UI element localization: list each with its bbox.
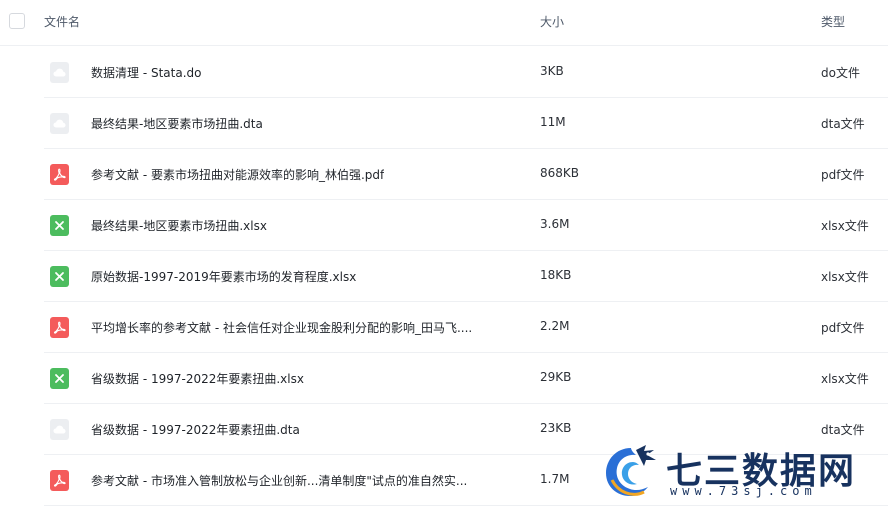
file-type: pdf文件 (821, 321, 865, 335)
file-name[interactable]: 参考文献 - 要素市场扭曲对能源效率的影响_林伯强.pdf (91, 166, 384, 183)
pdf-file-icon (50, 164, 69, 185)
file-name[interactable]: 参考文献 - 市场准入管制放松与企业创新...清单制度"试点的准自然实... (91, 472, 467, 489)
file-type: pdf文件 (821, 168, 865, 182)
select-all-checkbox[interactable] (9, 13, 25, 29)
file-name[interactable]: 最终结果-地区要素市场扭曲.dta (91, 115, 263, 132)
file-size: 868KB (540, 166, 580, 180)
file-name[interactable]: 省级数据 - 1997-2022年要素扭曲.xlsx (91, 370, 304, 387)
file-type: xlsx文件 (821, 270, 869, 284)
xlsx-file-icon (50, 266, 69, 287)
table-row[interactable]: 最终结果-地区要素市场扭曲.dta 11M dta文件 (44, 98, 888, 149)
table-row[interactable]: 平均增长率的参考文献 - 社会信任对企业现金股利分配的影响_田马飞.... 2.2… (44, 302, 888, 353)
file-name[interactable]: 数据清理 - Stata.do (91, 64, 201, 81)
file-type: xlsx文件 (821, 372, 869, 386)
column-header-size[interactable]: 大小 (540, 13, 564, 30)
file-icon (50, 419, 69, 440)
file-name[interactable]: 平均增长率的参考文献 - 社会信任对企业现金股利分配的影响_田马飞.... (91, 319, 472, 336)
table-row[interactable]: 原始数据-1997-2019年要素市场的发育程度.xlsx 18KB xlsx文件 (44, 251, 888, 302)
file-size: 3KB (540, 64, 564, 78)
table-row[interactable]: 数据清理 - Stata.do 3KB do文件 (44, 47, 888, 98)
file-icon (50, 62, 69, 83)
file-name[interactable]: 原始数据-1997-2019年要素市场的发育程度.xlsx (91, 268, 356, 285)
file-size: 18KB (540, 268, 572, 282)
file-name[interactable]: 最终结果-地区要素市场扭曲.xlsx (91, 217, 267, 234)
file-name[interactable]: 省级数据 - 1997-2022年要素扭曲.dta (91, 421, 300, 438)
file-size: 29KB (540, 370, 572, 384)
xlsx-file-icon (50, 215, 69, 236)
watermark: 七三数据网 www.73sj.com (600, 440, 870, 506)
file-type: xlsx文件 (821, 219, 869, 233)
file-type: do文件 (821, 66, 860, 80)
file-size: 23KB (540, 421, 572, 435)
table-row[interactable]: 省级数据 - 1997-2022年要素扭曲.xlsx 29KB xlsx文件 (44, 353, 888, 404)
pdf-file-icon (50, 470, 69, 491)
table-row[interactable]: 最终结果-地区要素市场扭曲.xlsx 3.6M xlsx文件 (44, 200, 888, 251)
column-header-name[interactable]: 文件名 (44, 13, 80, 30)
file-type: dta文件 (821, 423, 865, 437)
file-size: 11M (540, 115, 566, 129)
xlsx-file-icon (50, 368, 69, 389)
table-row[interactable]: 参考文献 - 要素市场扭曲对能源效率的影响_林伯强.pdf 868KB pdf文件 (44, 149, 888, 200)
file-size: 1.7M (540, 472, 570, 486)
file-size: 3.6M (540, 217, 570, 231)
column-header-type[interactable]: 类型 (821, 13, 845, 30)
pdf-file-icon (50, 317, 69, 338)
watermark-url: www.73sj.com (670, 484, 817, 498)
file-size: 2.2M (540, 319, 570, 333)
file-icon (50, 113, 69, 134)
file-type: dta文件 (821, 117, 865, 131)
file-list-header: 文件名 大小 类型 (0, 0, 888, 46)
dragon-logo-icon (606, 445, 656, 496)
